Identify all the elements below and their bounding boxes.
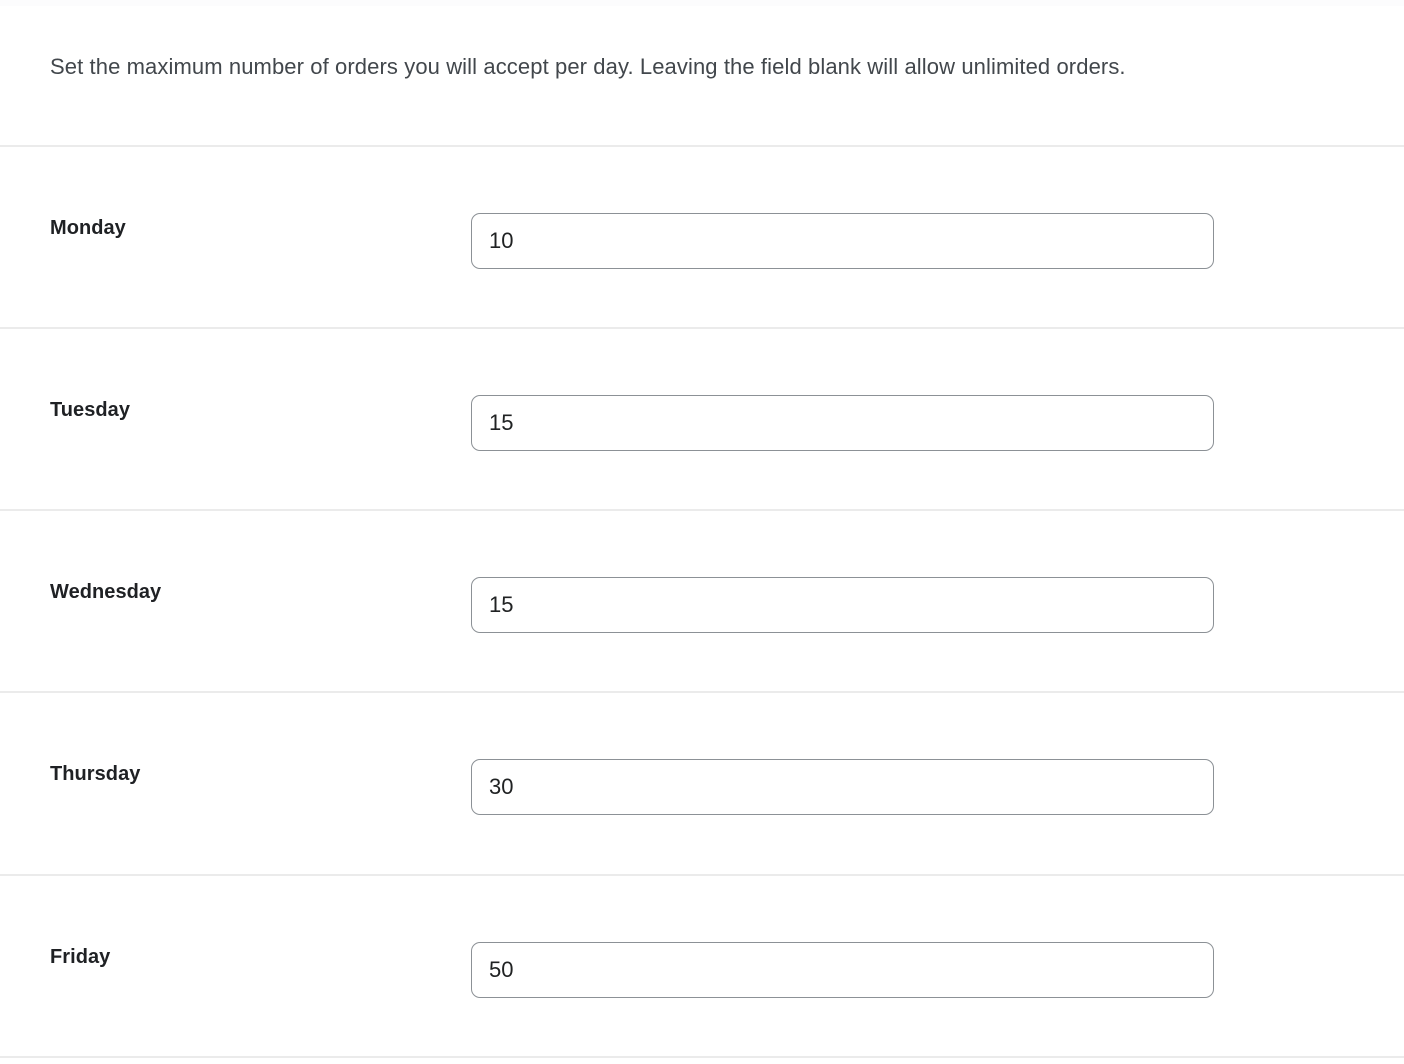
order-limits-settings-page: Set the maximum number of orders you wil… [0,0,1404,1064]
order-limit-field-wrapper-friday [471,942,1214,998]
divider-bottom [0,1056,1404,1058]
top-edge-band [0,0,1404,6]
day-label-monday: Monday [50,217,126,239]
order-limit-input-monday[interactable] [471,213,1214,269]
order-limit-input-tuesday[interactable] [471,395,1214,451]
day-row-thursday: Thursday [0,693,1404,875]
order-limit-input-wednesday[interactable] [471,577,1214,633]
intro-description: Set the maximum number of orders you wil… [50,54,1126,79]
order-limit-input-friday[interactable] [471,942,1214,998]
order-limit-field-wrapper-tuesday [471,395,1214,451]
day-row-tuesday: Tuesday [0,329,1404,511]
day-label-wednesday: Wednesday [50,581,162,603]
day-label-tuesday: Tuesday [50,399,131,421]
order-limit-field-wrapper-monday [471,213,1214,269]
day-label-friday: Friday [50,946,111,968]
day-label-thursday: Thursday [50,763,141,785]
day-row-friday: Friday [0,876,1404,1058]
order-limit-field-wrapper-wednesday [471,577,1214,633]
order-limit-field-wrapper-thursday [471,759,1214,815]
day-row-monday: Monday [0,147,1404,329]
order-limit-input-thursday[interactable] [471,759,1214,815]
day-row-wednesday: Wednesday [0,511,1404,693]
